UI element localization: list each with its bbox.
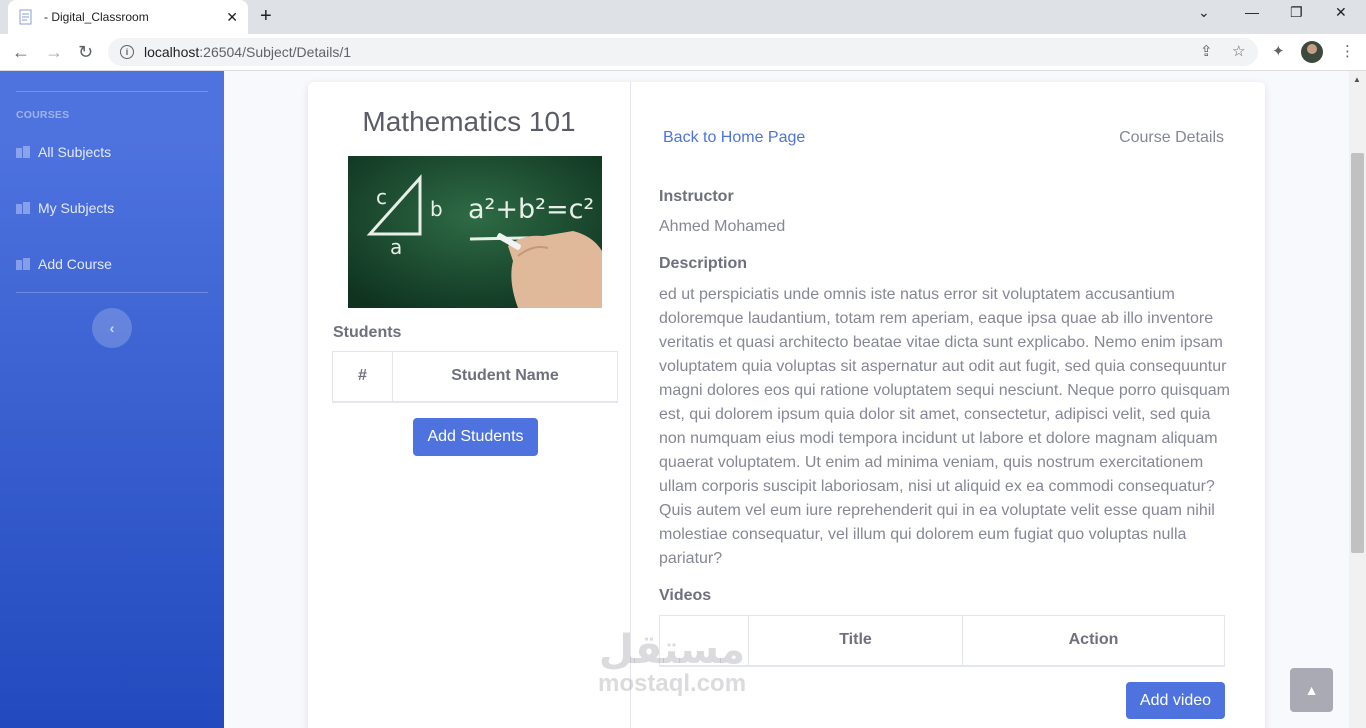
sidebar-toggle-button[interactable]: ‹ (92, 308, 132, 348)
course-image: c b a a²+b²=c² (348, 156, 602, 308)
column-header-number: # (332, 351, 393, 403)
sidebar-item-add-course[interactable]: Add Course (16, 256, 112, 272)
browser-toolbar: ← → ↻ i localhost:26504/Subject/Details/… (0, 34, 1366, 71)
sidebar-item-all-subjects[interactable]: All Subjects (16, 144, 111, 160)
students-table: # Student Name (332, 351, 618, 403)
tab-close-icon[interactable]: ✕ (226, 9, 238, 26)
triangle-label-b: b (430, 197, 443, 221)
forward-arrow-icon[interactable]: → (45, 42, 63, 63)
add-video-button[interactable]: Add video (1126, 682, 1225, 719)
chalkboard-illustration: c b a a²+b²=c² (348, 156, 602, 308)
add-students-button[interactable]: Add Students (413, 418, 538, 456)
browser-tab-strip: - Digital_Classroom ✕ + ⌄ — ❐ ✕ (0, 0, 1366, 34)
sidebar-heading: COURSES (16, 109, 70, 121)
url-host: localhost (144, 44, 200, 60)
tab-title: - Digital_Classroom (44, 10, 149, 24)
chevron-up-icon: ▲ (1304, 682, 1319, 698)
back-to-home-link[interactable]: Back to Home Page (663, 129, 805, 147)
book-icon (16, 202, 31, 214)
close-window-icon[interactable]: ✕ (1335, 4, 1347, 21)
course-title: Mathematics 101 (362, 106, 576, 137)
page-scrollbar[interactable]: ▲ (1349, 71, 1366, 728)
page-favicon-icon (19, 9, 32, 25)
star-icon[interactable]: ☆ (1232, 42, 1245, 60)
profile-avatar[interactable] (1301, 41, 1323, 63)
url-path: :26504/Subject/Details/1 (199, 44, 352, 60)
browser-tab[interactable]: - Digital_Classroom ✕ (8, 0, 248, 34)
instructor-name: Ahmed Mohamed (659, 218, 786, 235)
sidebar-item-label: My Subjects (38, 200, 115, 216)
site-info-icon[interactable]: i (120, 45, 134, 59)
instructor-heading: Instructor (659, 188, 734, 205)
new-tab-icon[interactable]: + (260, 5, 272, 28)
scrollbar-thumb[interactable] (1351, 153, 1364, 553)
restore-icon[interactable]: ❐ (1290, 4, 1303, 21)
reload-icon[interactable]: ↻ (78, 42, 93, 63)
course-card: Mathematics 101 c b a a²+b²=c² Students … (308, 82, 1265, 728)
back-arrow-icon[interactable]: ← (12, 42, 30, 63)
watermark: مستقل mostaql.com (598, 628, 746, 696)
address-bar[interactable]: i localhost:26504/Subject/Details/1 (108, 38, 1258, 66)
triangle-label-a: a (390, 235, 402, 259)
book-icon (16, 146, 31, 158)
minimize-icon[interactable]: — (1245, 4, 1259, 20)
puzzle-icon[interactable]: ✦ (1272, 42, 1285, 60)
triangle-label-c: c (376, 185, 387, 209)
table-header-row: # Student Name (332, 351, 618, 403)
column-header-student-name: Student Name (392, 351, 618, 403)
scroll-to-top-button[interactable]: ▲ (1290, 668, 1333, 712)
kebab-menu-icon[interactable]: ⋮ (1340, 42, 1355, 60)
watermark-latin: mostaql.com (598, 670, 747, 697)
sidebar-divider (16, 91, 208, 92)
sidebar-item-label: Add Course (38, 256, 112, 272)
tab-search-icon[interactable]: ⌄ (1198, 4, 1210, 21)
description-text: ed ut perspiciatis unde omnis iste natus… (659, 286, 1231, 567)
section-title: Course Details (1119, 129, 1224, 146)
sidebar-item-my-subjects[interactable]: My Subjects (16, 200, 114, 216)
videos-heading: Videos (659, 587, 712, 604)
students-heading: Students (333, 324, 402, 341)
pythagorean-formula: a²+b²=c² (468, 194, 594, 225)
sidebar-divider (16, 292, 208, 293)
sidebar-item-label: All Subjects (38, 144, 112, 160)
book-icon (16, 258, 31, 270)
chevron-left-icon: ‹ (109, 320, 115, 336)
description-heading: Description (659, 255, 748, 272)
share-icon[interactable]: ⇪ (1200, 42, 1213, 60)
sidebar: COURSES All Subjects My Subjects Add Cou… (0, 71, 224, 728)
column-header-title: Title (748, 615, 963, 667)
column-header-action: Action (962, 615, 1225, 667)
scroll-up-arrow-icon[interactable]: ▲ (1353, 75, 1361, 84)
watermark-arabic: مستقل (598, 628, 746, 672)
